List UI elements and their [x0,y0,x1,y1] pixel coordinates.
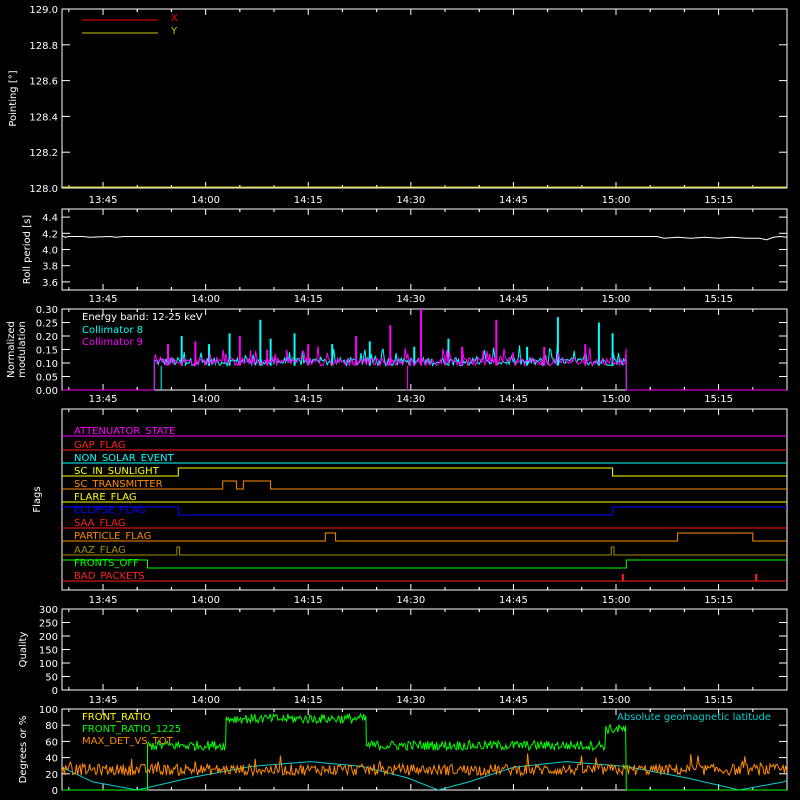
y-axis-label: modulation [17,321,28,378]
x-tick-label: 14:30 [396,695,425,706]
x-tick-label: 14:00 [191,695,220,706]
x-tick-label: 15:15 [704,595,733,606]
ratios-legend-label: MAX_DET_VS_TOT [82,736,174,747]
x-tick-label: 15:00 [602,294,631,305]
y-tick-label: 300 [39,605,58,616]
x-tick-label: 14:15 [294,195,323,206]
y-tick-label: 0.10 [36,359,58,370]
x-tick-label: 14:15 [294,394,323,405]
hessi-observing-summary-figure: 13:45 14:00 14:15 14:30 14:45 15:00 15:15 128.0… [0,0,800,800]
y-tick-label: 4.2 [42,229,58,240]
flag-label: PARTICLE_FLAG [74,531,151,542]
y-tick-label: 128.8 [29,41,58,52]
y-tick-label: 100 [39,705,58,716]
x-tick-label: 14:45 [499,394,528,405]
y-tick-label: 128.2 [29,148,58,159]
x-tick-label: 15:15 [704,394,733,405]
x-tick-label: 15:00 [602,195,631,206]
flag-label: GAP_FLAG [74,440,126,451]
y-tick-label: 0.15 [36,346,58,357]
flag-label: FRONTS_OFF [74,558,139,569]
modulation-legend-label: Collimator 8 [82,325,143,336]
y-axis-label: Normalized [6,321,17,378]
x-tick-label: 15:15 [704,294,733,305]
y-tick-label: 250 [39,619,58,630]
x-tick-label: 15:15 [704,695,733,706]
y-tick-label: 4.4 [42,213,58,224]
y-tick-label: 129.0 [29,5,58,16]
y-tick-label: 4.0 [42,246,58,257]
flag-label: SC_IN_SUNLIGHT [74,466,160,477]
x-tick-label: 13:45 [89,195,118,206]
x-tick-label: 14:15 [294,595,323,606]
y-axis-label: Degrees or % [18,716,29,784]
x-tick-label: 14:00 [191,394,220,405]
x-tick-label: 14:00 [191,294,220,305]
y-axis-label: Pointing [°] [8,70,19,126]
flag-label: NON_SOLAR_EVENT [74,453,175,464]
y-tick-label: 0.05 [36,373,58,384]
x-tick-label: 14:30 [396,595,425,606]
x-tick-label: 14:45 [499,294,528,305]
flag-label: ECLIPSE_FLAG [74,505,145,516]
legend-label: X [171,13,178,24]
y-tick-label: 3.6 [42,278,58,289]
x-tick-label: 15:15 [704,195,733,206]
legend-label: Y [170,26,178,37]
x-tick-label: 14:00 [191,195,220,206]
flag-label: FLARE_FLAG [74,492,137,503]
x-tick-label: 15:00 [602,394,631,405]
flag-label: ATTENUATOR_STATE [74,426,175,437]
x-tick-label: 14:30 [396,394,425,405]
y-axis-label: Quality [18,632,29,668]
x-tick-label: 14:00 [191,595,220,606]
y-tick-label: 150 [39,646,58,657]
y-tick-label: 128.6 [29,77,58,88]
x-tick-label: 14:45 [499,695,528,706]
y-tick-label: 60 [45,737,58,748]
x-tick-label: 13:45 [89,695,118,706]
x-tick-label: 15:00 [602,595,631,606]
y-tick-label: 0.20 [36,332,58,343]
x-tick-label: 14:45 [499,195,528,206]
energy-band-annotation: Energy band: 12-25 keV [82,312,203,323]
x-tick-label: 14:15 [294,695,323,706]
x-tick-label: 15:00 [602,695,631,706]
y-tick-label: 100 [39,659,58,670]
x-tick-label: 14:30 [396,195,425,206]
x-tick-label: 13:45 [89,595,118,606]
y-tick-label: 128.4 [29,112,58,123]
y-tick-label: 0.25 [36,319,58,330]
y-axis-label: Flags [32,486,43,512]
y-tick-label: 20 [45,770,58,781]
flag-label: AAZ_FLAG [74,545,126,556]
ratios-legend-label: FRONT_RATIO_1225 [82,724,181,735]
flag-label: SAA_FLAG [74,518,125,529]
y-tick-label: 0.00 [36,386,58,397]
x-tick-label: 13:45 [89,294,118,305]
ratios-legend-label: Absolute geomagnetic latitude [617,712,771,723]
y-tick-label: 3.8 [42,262,58,273]
y-tick-label: 128.0 [29,184,58,195]
x-tick-label: 14:30 [396,294,425,305]
flag-label: BAD_PACKETS [74,571,145,582]
y-tick-label: 0 [52,786,58,797]
modulation-legend-label: Collimator 9 [82,337,143,348]
x-tick-label: 14:15 [294,294,323,305]
y-tick-label: 80 [45,721,58,732]
ratios-legend-label: FRONT_RATIO [82,712,151,723]
y-tick-label: 50 [45,673,58,684]
y-axis-label: Roll period [s] [22,215,33,284]
y-tick-label: 0.30 [36,305,58,316]
y-tick-label: 40 [45,754,58,765]
y-tick-label: 200 [39,632,58,643]
x-tick-label: 13:45 [89,394,118,405]
x-tick-label: 14:45 [499,595,528,606]
flag-label: SC_TRANSMITTER [74,479,163,490]
y-tick-label: 0 [52,686,58,697]
